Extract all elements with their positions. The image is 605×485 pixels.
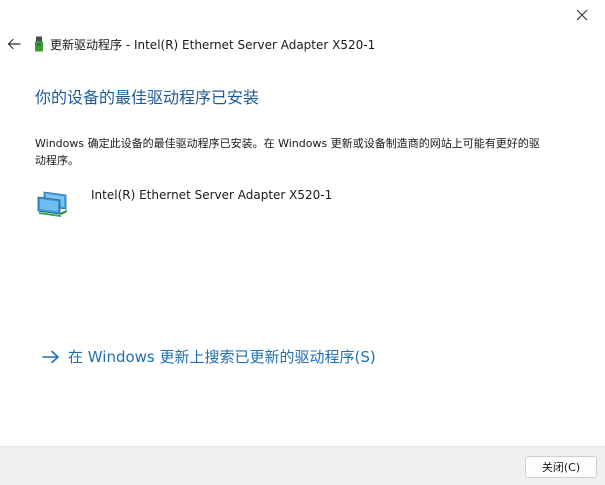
network-adapter-icon xyxy=(37,191,67,217)
device-info: Intel(R) Ethernet Server Adapter X520-1 xyxy=(36,186,332,220)
back-button[interactable] xyxy=(2,32,26,56)
usb-device-icon xyxy=(34,36,44,52)
page-title: 你的设备的最佳驱动程序已安装 xyxy=(35,88,260,107)
update-driver-dialog: 更新驱动程序 - Intel(R) Ethernet Server Adapte… xyxy=(0,0,605,485)
window-close-button[interactable] xyxy=(559,0,605,30)
dialog-footer: 关闭(C) xyxy=(0,446,605,485)
close-button[interactable]: 关闭(C) xyxy=(525,456,597,478)
search-link-label[interactable]: 在 Windows 更新上搜索已更新的驱动程序(S) xyxy=(68,346,376,367)
close-icon xyxy=(576,9,588,21)
arrow-right-icon xyxy=(42,349,60,365)
dialog-header: 更新驱动程序 - Intel(R) Ethernet Server Adapte… xyxy=(0,30,605,58)
search-windows-update-link[interactable]: 在 Windows 更新上搜索已更新的驱动程序(S) xyxy=(42,346,376,367)
window-title: 更新驱动程序 - Intel(R) Ethernet Server Adapte… xyxy=(50,37,376,52)
device-name: Intel(R) Ethernet Server Adapter X520-1 xyxy=(91,188,333,202)
back-arrow-icon xyxy=(7,38,21,50)
status-description: Windows 确定此设备的最佳驱动程序已安装。在 Windows 更新或设备制… xyxy=(35,137,540,167)
